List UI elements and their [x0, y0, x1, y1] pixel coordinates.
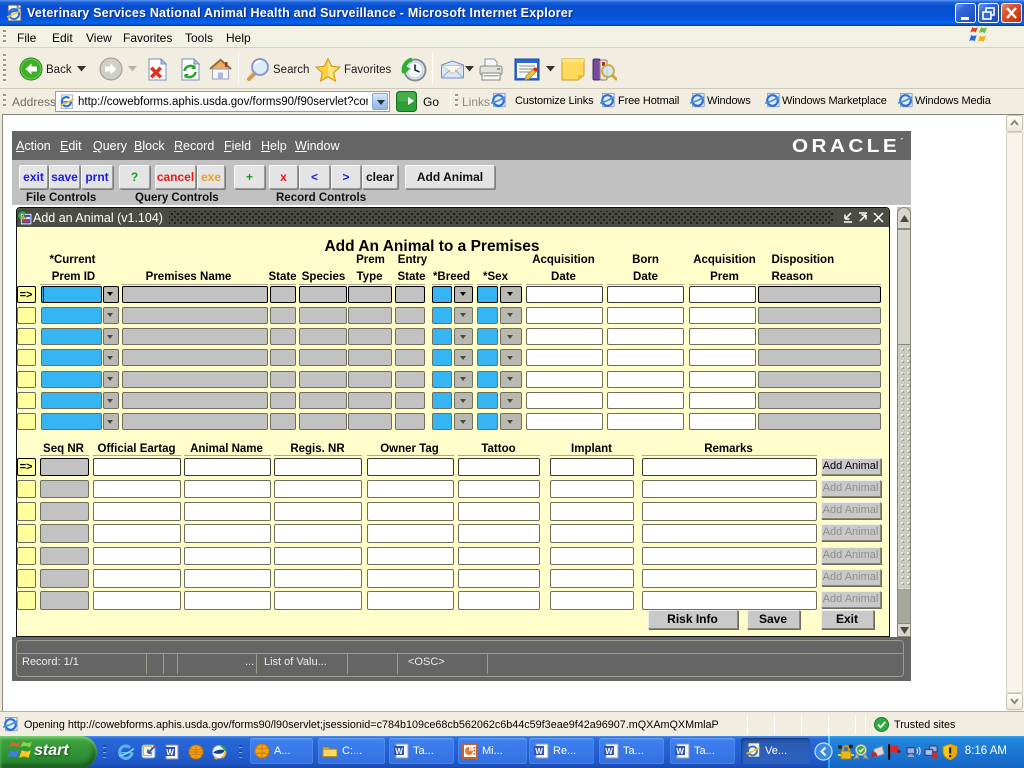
svg-text:W: W [605, 747, 613, 756]
svg-text:W: W [535, 747, 543, 756]
svg-text:W: W [395, 747, 403, 756]
svg-text:W: W [166, 748, 174, 757]
svg-text:W: W [676, 747, 684, 756]
